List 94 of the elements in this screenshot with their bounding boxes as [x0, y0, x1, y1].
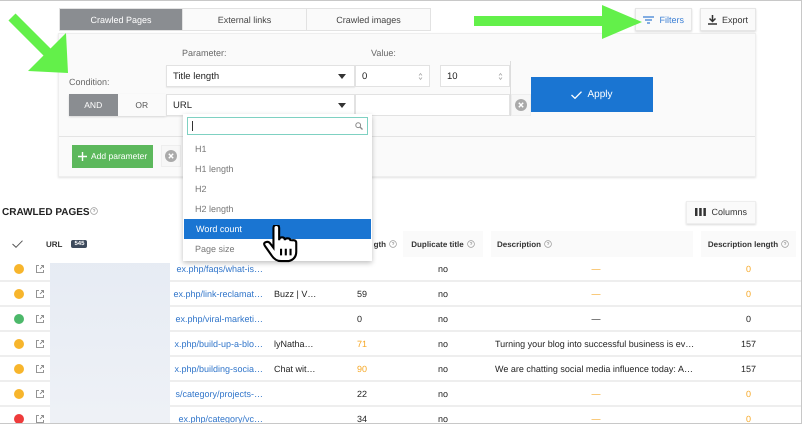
help-icon: [781, 240, 790, 248]
table-cell: —: [592, 288, 600, 298]
external-link-icon[interactable]: [36, 364, 44, 372]
table-cell: Turning your blog into successful business is ev…: [495, 338, 694, 348]
columns-icon: [695, 208, 706, 216]
table-cell: Buzz | V…: [274, 288, 316, 298]
parameter-select[interactable]: URL: [166, 94, 355, 116]
remove-button[interactable]: [511, 94, 531, 116]
remove-button[interactable]: [161, 145, 182, 167]
table-cell: no: [438, 314, 448, 324]
url-link[interactable]: ex.php/faqs/what-is…: [176, 264, 263, 274]
table-cell: 0: [357, 314, 362, 324]
table-cell: no: [438, 414, 448, 423]
table-cell: 0: [746, 288, 751, 298]
help-icon: [90, 206, 98, 214]
column-header[interactable]: Description: [497, 240, 542, 248]
url-link[interactable]: x.php/build-up-a-blo…: [174, 338, 263, 348]
external-link-icon[interactable]: [36, 264, 44, 272]
help-icon: [466, 240, 475, 248]
condition-toggle[interactable]: AND: [69, 94, 118, 116]
stepper-icon[interactable]: [418, 72, 423, 80]
table-cell: —: [592, 388, 600, 398]
close-icon: [515, 99, 527, 111]
column-header[interactable]: URL: [46, 240, 62, 248]
table-cell: Chat wit…: [274, 364, 316, 374]
value-input[interactable]: [355, 94, 510, 116]
apply-button[interactable]: Apply: [531, 77, 653, 112]
download-icon: [708, 14, 717, 24]
url-link[interactable]: x.php/building-socia…: [174, 364, 263, 374]
check-icon: [571, 90, 582, 98]
table-cell: 22: [357, 388, 368, 398]
table-cell: 0: [746, 388, 751, 398]
table-cell: no: [438, 264, 448, 274]
close-icon: [165, 150, 178, 162]
add-parameter-button[interactable]: Add parameter: [72, 144, 154, 168]
section-title: CRAWLED PAGES: [2, 206, 90, 218]
url-link[interactable]: s/category/projects-…: [175, 388, 263, 398]
column-header[interactable]: gth: [374, 240, 386, 248]
table-cell: no: [438, 288, 448, 298]
tab[interactable]: Crawled images: [307, 8, 431, 31]
table-cell: 59: [357, 288, 368, 298]
external-link-icon[interactable]: [36, 314, 44, 322]
table-cell: 0: [746, 314, 751, 324]
url-link[interactable]: ex.php/category/vc…: [178, 414, 263, 423]
tab[interactable]: Crawled Pages: [59, 8, 183, 31]
dropdown-item[interactable]: H2 length: [184, 199, 371, 219]
dropdown-item[interactable]: H1 length: [184, 159, 371, 179]
value-input[interactable]: 10: [440, 65, 510, 87]
table-cell: —: [592, 314, 600, 324]
url-link[interactable]: ex.php/link-reclamat…: [173, 288, 263, 298]
filters-button[interactable]: Filters: [635, 8, 692, 31]
parameter-label: Parameter:: [182, 48, 228, 58]
table-cell: no: [438, 388, 448, 398]
parameter-select[interactable]: Title length: [166, 65, 355, 87]
table-cell: —: [592, 414, 600, 423]
dropdown-item[interactable]: Page size: [184, 239, 371, 259]
caret-icon: [338, 102, 346, 108]
help-icon: [389, 240, 397, 248]
arrow-drawing: [8, 13, 70, 75]
search-field[interactable]: [187, 117, 368, 135]
table-cell: 34: [357, 414, 368, 423]
caret-icon: [338, 74, 346, 78]
table-cell: 157: [740, 364, 756, 374]
external-link-icon[interactable]: [36, 390, 44, 398]
table-cell: 90: [357, 364, 368, 374]
value-input[interactable]: 0: [355, 65, 430, 87]
condition-label: Condition:: [69, 77, 111, 87]
plus-icon: [78, 152, 87, 160]
export-button[interactable]: Export: [700, 8, 756, 31]
value-label: Value:: [371, 48, 397, 58]
external-link-icon[interactable]: [36, 290, 44, 298]
table-cell: no: [438, 364, 448, 374]
external-link-icon[interactable]: [36, 414, 44, 422]
dropdown-item[interactable]: H1: [184, 139, 371, 159]
table-cell: no: [438, 338, 448, 348]
tab[interactable]: External links: [183, 8, 307, 31]
search-icon: [355, 122, 363, 130]
check-icon[interactable]: [12, 240, 23, 248]
table-cell: 157: [740, 338, 756, 348]
table-cell: We are chatting social media influence today: A…: [495, 364, 693, 374]
condition-toggle[interactable]: OR: [118, 94, 166, 116]
columns-button[interactable]: Columns: [686, 200, 756, 224]
table-cell: —: [592, 264, 600, 274]
table-cell: 0: [746, 264, 751, 274]
stepper-icon[interactable]: [498, 72, 503, 80]
dropdown-item[interactable]: Word count: [184, 219, 371, 239]
filter-icon: [643, 16, 654, 24]
dropdown-item[interactable]: H2: [184, 179, 371, 199]
url-link[interactable]: ex.php/viral-marketi…: [175, 314, 263, 324]
table-cell: 0: [746, 414, 751, 423]
table-cell: 71: [357, 338, 368, 348]
table-cell: lyNatha…: [274, 338, 314, 348]
external-link-icon[interactable]: [36, 340, 44, 348]
help-icon: [544, 240, 552, 248]
